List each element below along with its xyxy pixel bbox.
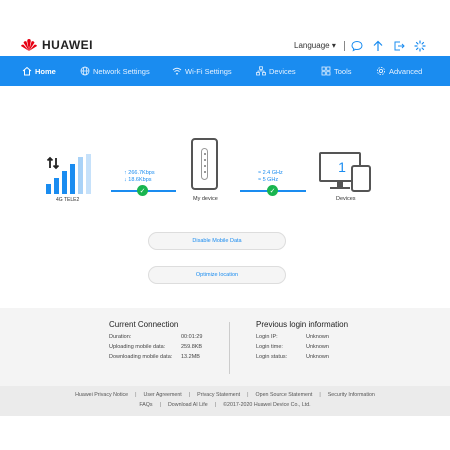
copyright-text: ©2017-2020 Huawei Device Co., Ltd. [223, 402, 311, 408]
divider: | [319, 392, 321, 398]
divider: | [247, 392, 249, 398]
download-data-label: Downloading mobile data: [109, 354, 173, 360]
divider: | [188, 392, 191, 398]
divider: | [159, 402, 161, 408]
devices-icon [256, 66, 266, 76]
huawei-logo-icon [21, 39, 37, 51]
login-status-row: Login status: Unknown [256, 354, 348, 360]
wifi-band-icon: ≈ [258, 170, 262, 176]
gear-icon [376, 66, 386, 76]
privacy-notice-link[interactable]: Huawei Privacy Notice [75, 392, 128, 398]
divider [344, 41, 345, 51]
my-device-label: My device [193, 196, 218, 202]
upload-data-row: Uploading mobile data: 259.8KB [109, 344, 202, 350]
login-time-value: Unknown [306, 344, 329, 350]
divider: | [135, 392, 137, 398]
wifi-band-5ghz: 5 GHz [262, 177, 279, 183]
connection-info-panel: Current Connection Duration: 00:01:29 Up… [0, 308, 450, 386]
download-rate: 18.6Kbps [128, 177, 152, 183]
divider: | [214, 402, 217, 408]
login-ip-value: Unknown [306, 334, 329, 340]
nav-network-settings[interactable]: Network Settings [80, 56, 150, 86]
nav-devices-label: Devices [269, 66, 296, 76]
network-operator-label: 4G TELE2 [56, 197, 80, 203]
mobile-connected-check-icon: ✓ [137, 185, 148, 196]
login-status-label: Login status: [256, 354, 288, 360]
footer-links-row: FAQs | Download AI Life | ©2017-2020 Hua… [0, 402, 450, 408]
nav-advanced-label: Advanced [389, 66, 423, 76]
language-select[interactable]: Language ▾ [294, 41, 336, 50]
nav-home-label: Home [35, 66, 56, 76]
message-icon[interactable] [351, 40, 363, 52]
duration-value: 00:01:29 [181, 334, 203, 340]
nav-home[interactable]: Home [22, 56, 56, 86]
footer-links-row: Huawei Privacy Notice | User Agreement |… [0, 392, 450, 398]
nav-tools-label: Tools [334, 66, 352, 76]
footer: Huawei Privacy Notice | User Agreement |… [0, 386, 450, 416]
security-information-link[interactable]: Security Information [328, 392, 375, 398]
wifi-band-icon: ≈ [258, 177, 262, 183]
login-time-row: Login time: Unknown [256, 344, 348, 350]
download-data-row: Downloading mobile data: 13.2MB [109, 354, 202, 360]
huawei-logo[interactable]: HUAWEI [20, 38, 93, 52]
top-icon-bar [344, 40, 435, 52]
optimize-location-button[interactable]: Optimize location [148, 266, 286, 284]
nav-wifi-settings-label: Wi-Fi Settings [185, 66, 232, 76]
current-connection-title: Current Connection [109, 320, 179, 329]
faqs-link[interactable]: FAQs [139, 402, 152, 408]
login-ip-row: Login IP: Unknown [256, 334, 348, 340]
download-data-value: 13.2MB [181, 354, 200, 360]
nav-advanced[interactable]: Advanced [376, 56, 422, 86]
main-nav: Home Network Settings Wi-Fi Settings Dev… [0, 56, 450, 86]
upload-rate: 266.7Kbps [128, 170, 155, 176]
nav-network-settings-label: Network Settings [93, 66, 150, 76]
disable-mobile-data-button[interactable]: Disable Mobile Data [148, 232, 286, 250]
loading-icon[interactable] [414, 40, 426, 52]
current-connection-section: Current Connection Duration: 00:01:29 Up… [109, 320, 202, 364]
duration-row: Duration: 00:01:29 [109, 334, 202, 340]
nav-wifi-settings[interactable]: Wi-Fi Settings [172, 56, 232, 86]
login-status-value: Unknown [306, 354, 329, 360]
logout-icon[interactable] [393, 40, 405, 52]
devices-count: 1 [338, 159, 346, 175]
transfer-rates: ↑ 266.7Kbps ↓ 18.6Kbps [124, 170, 155, 184]
download-ai-life-link[interactable]: Download AI Life [168, 402, 208, 408]
login-ip-label: Login IP: [256, 334, 278, 340]
wifi-icon [172, 66, 182, 76]
tools-icon [321, 66, 331, 76]
wifi-connected-check-icon: ✓ [267, 185, 278, 196]
upload-data-label: Uploading mobile data: [109, 344, 166, 350]
home-icon [22, 66, 32, 76]
download-arrow-icon: ↓ [124, 177, 127, 183]
nav-devices[interactable]: Devices [256, 56, 296, 86]
upload-arrow-icon: ↑ [124, 170, 127, 176]
devices-label: Devices [336, 196, 356, 202]
brand-name: HUAWEI [42, 38, 93, 52]
wifi-band-2-4ghz: 2.4 GHz [262, 170, 283, 176]
privacy-statement-link[interactable]: Privacy Statement [197, 392, 240, 398]
previous-login-title: Previous login information [256, 320, 349, 329]
user-agreement-link[interactable]: User Agreement [144, 392, 182, 398]
previous-login-section: Previous login information Login IP: Unk… [256, 320, 348, 364]
globe-icon [80, 66, 90, 76]
login-time-label: Login time: [256, 344, 283, 350]
top-bar: HUAWEI Language ▾ [0, 0, 450, 56]
duration-label: Duration: [109, 334, 132, 340]
divider [229, 322, 230, 374]
nav-tools[interactable]: Tools [321, 56, 352, 86]
upload-data-value: 259.8KB [181, 344, 203, 350]
open-source-statement-link[interactable]: Open Source Statement [256, 392, 313, 398]
upgrade-icon[interactable] [372, 40, 384, 52]
wifi-bands: ≈ 2.4 GHz ≈ 5 GHz [258, 170, 283, 184]
data-transfer-icon [46, 156, 60, 172]
router-device-icon[interactable] [191, 138, 218, 190]
